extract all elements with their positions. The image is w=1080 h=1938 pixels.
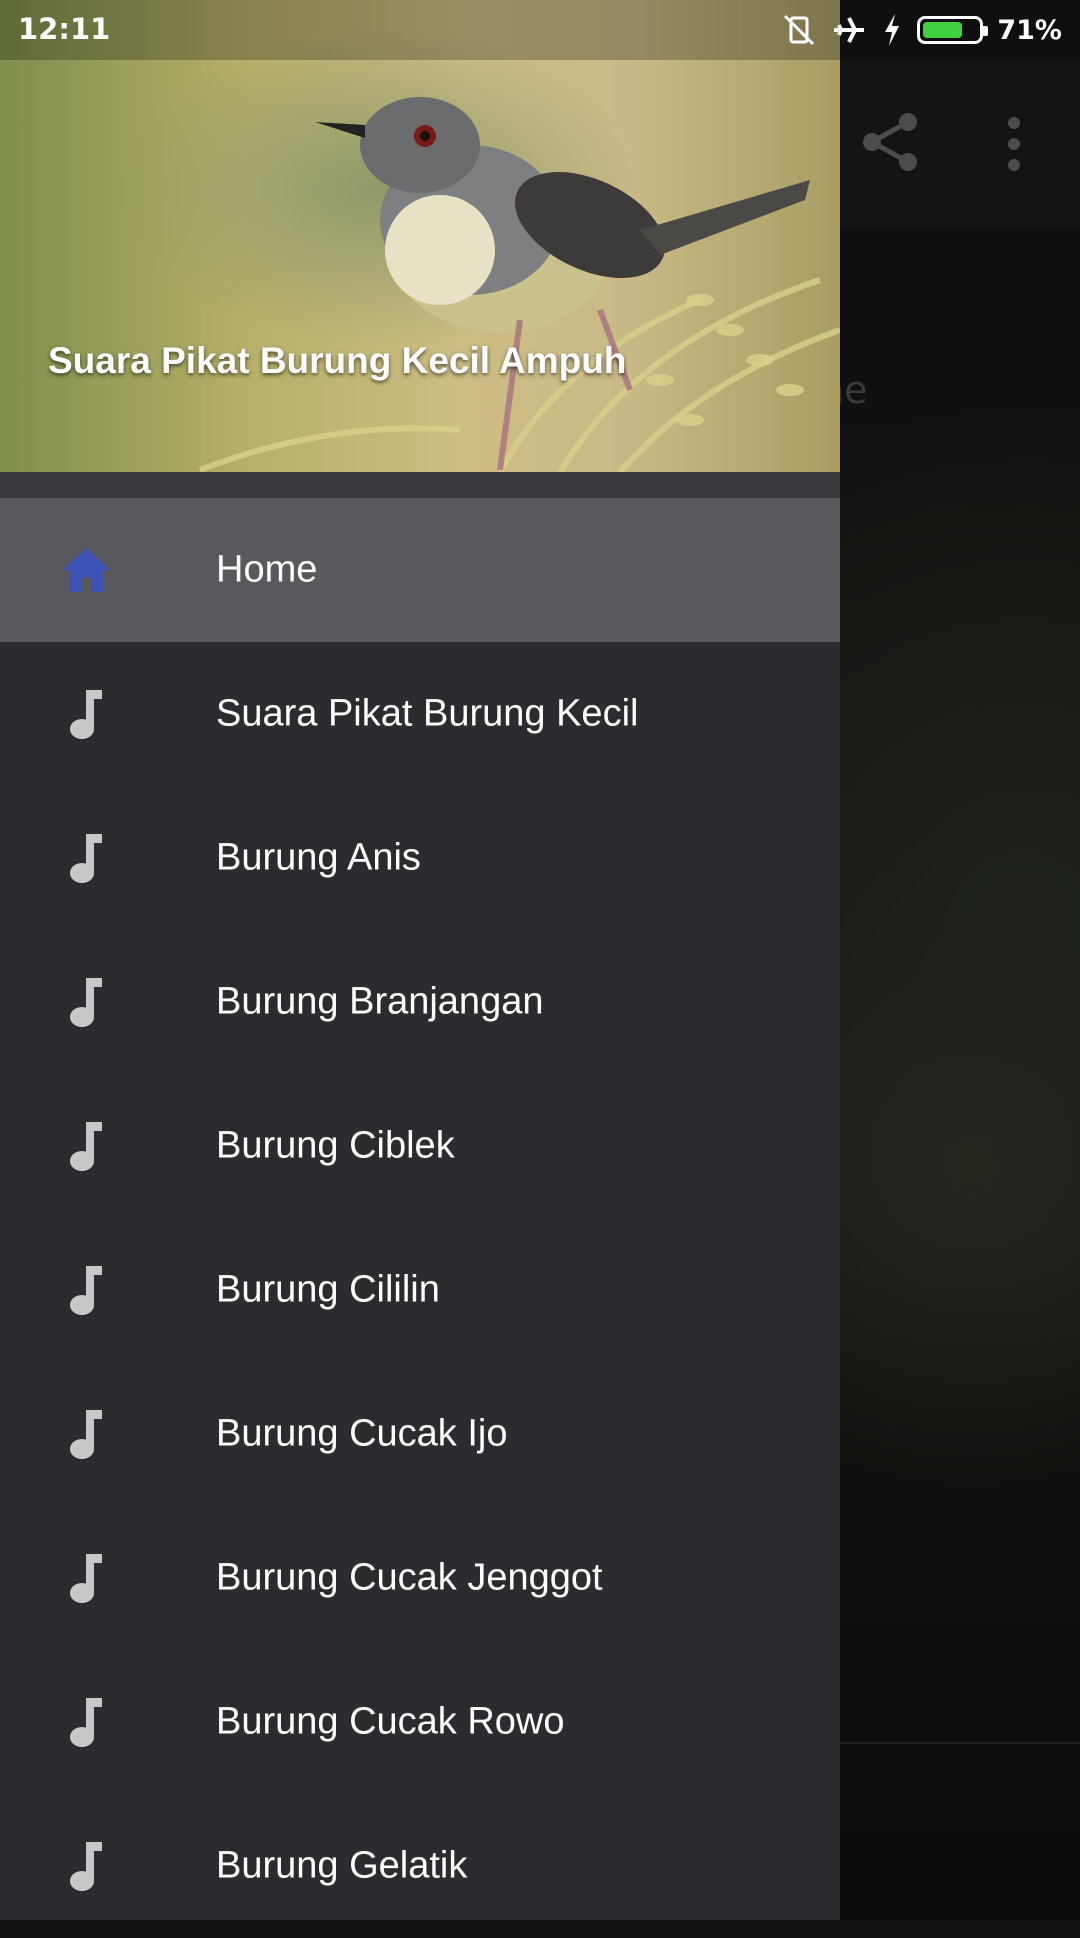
- music-note-icon: [70, 690, 102, 739]
- music-note-icon: [70, 1842, 102, 1891]
- battery-percent: 71%: [997, 14, 1062, 46]
- menu-item-burung-branjangan[interactable]: Burung Branjangan: [0, 930, 840, 1074]
- menu-item-suara-pikat-burung-kecil[interactable]: Suara Pikat Burung Kecil: [0, 642, 840, 786]
- header-divider: [0, 472, 840, 498]
- menu-item-label: Home: [216, 548, 318, 591]
- music-note-icon: [70, 1554, 102, 1603]
- music-note-icon: [70, 1266, 102, 1315]
- music-note-icon: [70, 834, 102, 883]
- battery-level: [923, 22, 962, 38]
- drawer-header-title: Suara Pikat Burung Kecil Ampuh: [48, 340, 627, 381]
- home-icon: [62, 548, 110, 592]
- menu-item-label: Burung Cucak Jenggot: [216, 1556, 603, 1599]
- status-icons: 71%: [781, 10, 1062, 50]
- bird-header-image: [198, 97, 840, 472]
- navigation-drawer: Suara Pikat Burung Kecil Ampuh Home Suar…: [0, 0, 840, 1920]
- airplane-icon: [834, 17, 865, 43]
- menu-item-burung-anis[interactable]: Burung Anis: [0, 786, 840, 930]
- music-note-icon: [70, 1698, 102, 1747]
- menu-item-label: Burung Cucak Ijo: [216, 1412, 508, 1455]
- menu-item-label: Burung Gelatik: [216, 1844, 468, 1887]
- drawer-header: Suara Pikat Burung Kecil Ampuh: [0, 0, 840, 472]
- menu-item-burung-gelatik[interactable]: Burung Gelatik: [0, 1794, 840, 1938]
- menu-item-burung-cucak-ijo[interactable]: Burung Cucak Ijo: [0, 1362, 840, 1506]
- status-bar: 12:11 71%: [0, 0, 1080, 60]
- menu-item-burung-cucak-jenggot[interactable]: Burung Cucak Jenggot: [0, 1506, 840, 1650]
- menu-item-home[interactable]: Home: [0, 498, 840, 642]
- music-note-icon: [70, 1410, 102, 1459]
- menu-item-burung-ciblek[interactable]: Burung Ciblek: [0, 1074, 840, 1218]
- battery-icon: [917, 16, 989, 44]
- music-note-icon: [70, 978, 102, 1027]
- charging-icon: [885, 14, 900, 46]
- menu-item-label: Burung Cucak Rowo: [216, 1700, 565, 1743]
- menu-item-label: Suara Pikat Burung Kecil: [216, 692, 639, 735]
- menu-item-burung-cucak-rowo[interactable]: Burung Cucak Rowo: [0, 1650, 840, 1794]
- music-note-icon: [70, 1122, 102, 1171]
- menu-item-label: Burung Anis: [216, 836, 421, 879]
- drawer-menu: Home Suara Pikat Burung Kecil Burung Ani…: [0, 498, 840, 1938]
- menu-item-label: Burung Ciblek: [216, 1124, 455, 1167]
- menu-item-label: Burung Cililin: [216, 1268, 440, 1311]
- vibrate-off-icon: [784, 14, 815, 46]
- menu-item-label: Burung Branjangan: [216, 980, 544, 1023]
- menu-item-burung-cililin[interactable]: Burung Cililin: [0, 1218, 840, 1362]
- status-time: 12:11: [18, 12, 111, 46]
